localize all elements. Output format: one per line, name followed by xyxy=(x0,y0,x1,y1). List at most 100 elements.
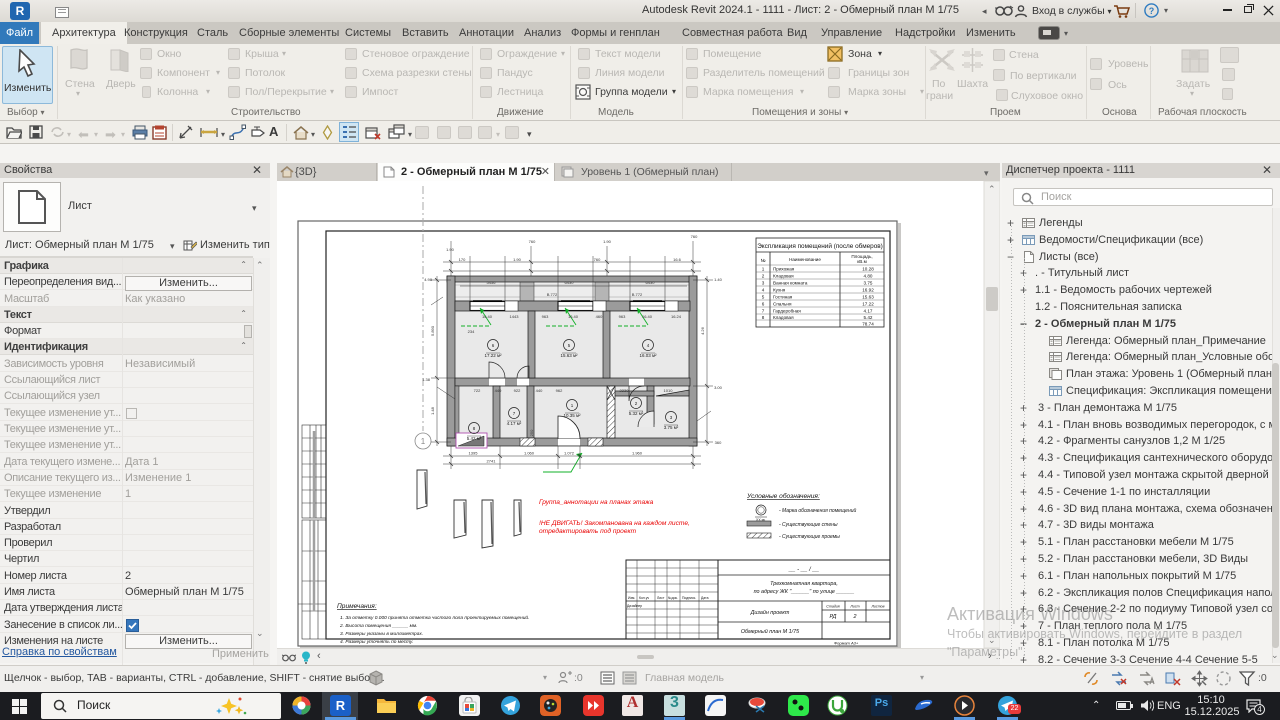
svg-text:16.40: 16.40 xyxy=(568,314,579,319)
svg-text:⌃: ⌃ xyxy=(988,184,996,194)
svg-text:440: 440 xyxy=(495,388,502,393)
svg-text:2230: 2230 xyxy=(620,388,630,393)
svg-text:6430: 6430 xyxy=(646,280,656,285)
svg-text:5.32 м²: 5.32 м² xyxy=(629,411,644,416)
svg-text:Кухня: Кухня xyxy=(773,288,786,293)
svg-text:отредактировать под проект: отредактировать под проект xyxy=(539,527,637,535)
svg-text:5: 5 xyxy=(762,295,765,300)
svg-text:Дата: Дата xyxy=(701,596,709,600)
svg-text:1: 1 xyxy=(762,267,765,272)
svg-text:15.63 м²: 15.63 м² xyxy=(560,353,578,358)
svg-text:460: 460 xyxy=(596,314,603,319)
svg-text:170: 170 xyxy=(459,257,466,262)
svg-text:4.17 м²: 4.17 м² xyxy=(507,421,522,426)
svg-text:4.98: 4.98 xyxy=(424,277,433,282)
svg-text:3. Размеры указаны в миллиме: 3. Размеры указаны в миллиметрах. xyxy=(340,631,423,637)
svg-text:17.22 м²: 17.22 м² xyxy=(484,353,502,358)
svg-text:Трехкомнатная квартира,: Трехкомнатная квартира, xyxy=(770,581,838,587)
svg-text:№док.: №док. xyxy=(668,596,678,600)
svg-text:Гардеробная: Гардеробная xyxy=(773,309,801,314)
svg-text:16.24: 16.24 xyxy=(671,314,682,319)
svg-text:16.92: 16.92 xyxy=(862,288,874,293)
svg-text:4. Размеры уточнять по месту: 4. Размеры уточнять по месту. xyxy=(340,639,413,645)
svg-text:1.960: 1.960 xyxy=(632,451,643,456)
svg-text:Экспликация помещений (после о: Экспликация помещений (после обмеров) xyxy=(757,242,883,250)
svg-text:962: 962 xyxy=(556,388,563,393)
svg-text:Ванная комната: Ванная комната xyxy=(773,281,808,286)
svg-text:- Марка обозначения помещений: - Марка обозначения помещений xyxy=(779,507,856,514)
svg-text:4.26: 4.26 xyxy=(700,326,705,335)
svg-text:- Существующие стены: - Существующие стены xyxy=(779,522,838,528)
svg-text:Кладовая: Кладовая xyxy=(773,274,794,279)
svg-text:7: 7 xyxy=(762,309,765,314)
svg-text:1.90: 1.90 xyxy=(446,247,455,252)
svg-text:Кладовая: Кладовая xyxy=(773,315,794,320)
svg-text:922: 922 xyxy=(514,388,521,393)
svg-text:15.63: 15.63 xyxy=(862,295,874,300)
svg-text:16.6: 16.6 xyxy=(673,257,682,262)
svg-text:760: 760 xyxy=(691,234,698,239)
svg-text:Примечания:: Примечания: xyxy=(337,603,377,610)
svg-text:5.890: 5.890 xyxy=(430,325,435,336)
svg-text:Стадия: Стадия xyxy=(826,605,840,609)
svg-text:10.28: 10.28 xyxy=(862,267,874,272)
svg-text:по адресу ЖК "______" по улице: по адресу ЖК "______" по улице ______ xyxy=(754,589,855,595)
svg-text:1.90: 1.90 xyxy=(603,239,612,244)
svg-text:Лист: Лист xyxy=(657,596,665,600)
svg-text:№: № xyxy=(761,258,766,263)
svg-text:РД: РД xyxy=(830,614,837,620)
svg-text:Условные обозначения:: Условные обозначения: xyxy=(746,492,820,500)
svg-text:16.40: 16.40 xyxy=(642,314,653,319)
svg-text:234: 234 xyxy=(468,329,475,334)
svg-text:1.060: 1.060 xyxy=(524,451,535,456)
svg-text:3.00: 3.00 xyxy=(714,385,723,390)
svg-text:8: 8 xyxy=(762,315,765,320)
svg-text:963: 963 xyxy=(542,314,549,319)
svg-text:2: 2 xyxy=(762,274,765,279)
svg-text:6: 6 xyxy=(762,302,765,307)
svg-text:В.772: В.772 xyxy=(547,292,558,297)
svg-text:6430: 6430 xyxy=(565,280,575,285)
svg-text:- Существующие проемы: - Существующие проемы xyxy=(779,534,840,540)
svg-text:Формат А3+: Формат А3+ xyxy=(834,641,859,646)
svg-text:Кол.уч: Кол.уч xyxy=(639,596,649,600)
svg-text:Спальня: Спальня xyxy=(773,302,792,307)
svg-text:3.75: 3.75 xyxy=(864,281,873,286)
svg-text:16.40: 16.40 xyxy=(482,314,493,319)
svg-text:760: 760 xyxy=(529,239,536,244)
svg-text:1.90: 1.90 xyxy=(513,257,522,262)
svg-text:кВ.м: кВ.м xyxy=(857,259,867,264)
svg-text:1.40: 1.40 xyxy=(714,277,723,282)
svg-text:1: 1 xyxy=(421,437,426,446)
svg-text:1. За отметку 0.000 принята: 1. За отметку 0.000 принята отметка чист… xyxy=(340,614,529,621)
svg-text:1395: 1395 xyxy=(469,451,479,456)
svg-text:Гостиная: Гостиная xyxy=(773,295,793,300)
svg-text:3.75 м²: 3.75 м² xyxy=(664,425,679,430)
svg-text:2741: 2741 xyxy=(487,459,497,464)
svg-text:16.03 м²: 16.03 м² xyxy=(639,353,657,358)
svg-text:__ - __ / __: __ - __ / __ xyxy=(788,567,819,573)
svg-text:760: 760 xyxy=(594,257,601,262)
svg-text:4: 4 xyxy=(762,288,765,293)
svg-text:250: 250 xyxy=(529,429,534,436)
svg-text:Обмерный план М 1/75: Обмерный план М 1/75 xyxy=(741,628,800,635)
svg-text:1.48: 1.48 xyxy=(430,406,435,415)
svg-text:Наименование: Наименование xyxy=(789,257,821,262)
svg-text:Листов: Листов xyxy=(870,605,884,609)
svg-text:963: 963 xyxy=(619,314,626,319)
svg-text:!НЕ ДВИГАТЬ! Закомпанована на: !НЕ ДВИГАТЬ! Закомпанована на каждом лис… xyxy=(539,519,690,527)
svg-text:5.42: 5.42 xyxy=(864,315,873,320)
svg-text:Дизайн проект: Дизайн проект xyxy=(750,609,790,616)
svg-text:3: 3 xyxy=(762,281,765,286)
svg-text:Группа_аннотации на планах эта: Группа_аннотации на планах этажа xyxy=(539,499,654,506)
svg-text:4.17: 4.17 xyxy=(864,309,873,314)
svg-text:17.22: 17.22 xyxy=(862,302,874,307)
svg-text:440: 440 xyxy=(536,388,543,393)
svg-text:1443: 1443 xyxy=(510,314,520,319)
svg-text:1010: 1010 xyxy=(664,388,674,393)
svg-text:1.38: 1.38 xyxy=(422,377,431,382)
svg-text:Изм.: Изм. xyxy=(628,596,635,600)
svg-text:Лист: Лист xyxy=(849,605,859,609)
svg-text:5.42 м²: 5.42 м² xyxy=(467,436,482,441)
svg-text:360: 360 xyxy=(715,440,722,445)
